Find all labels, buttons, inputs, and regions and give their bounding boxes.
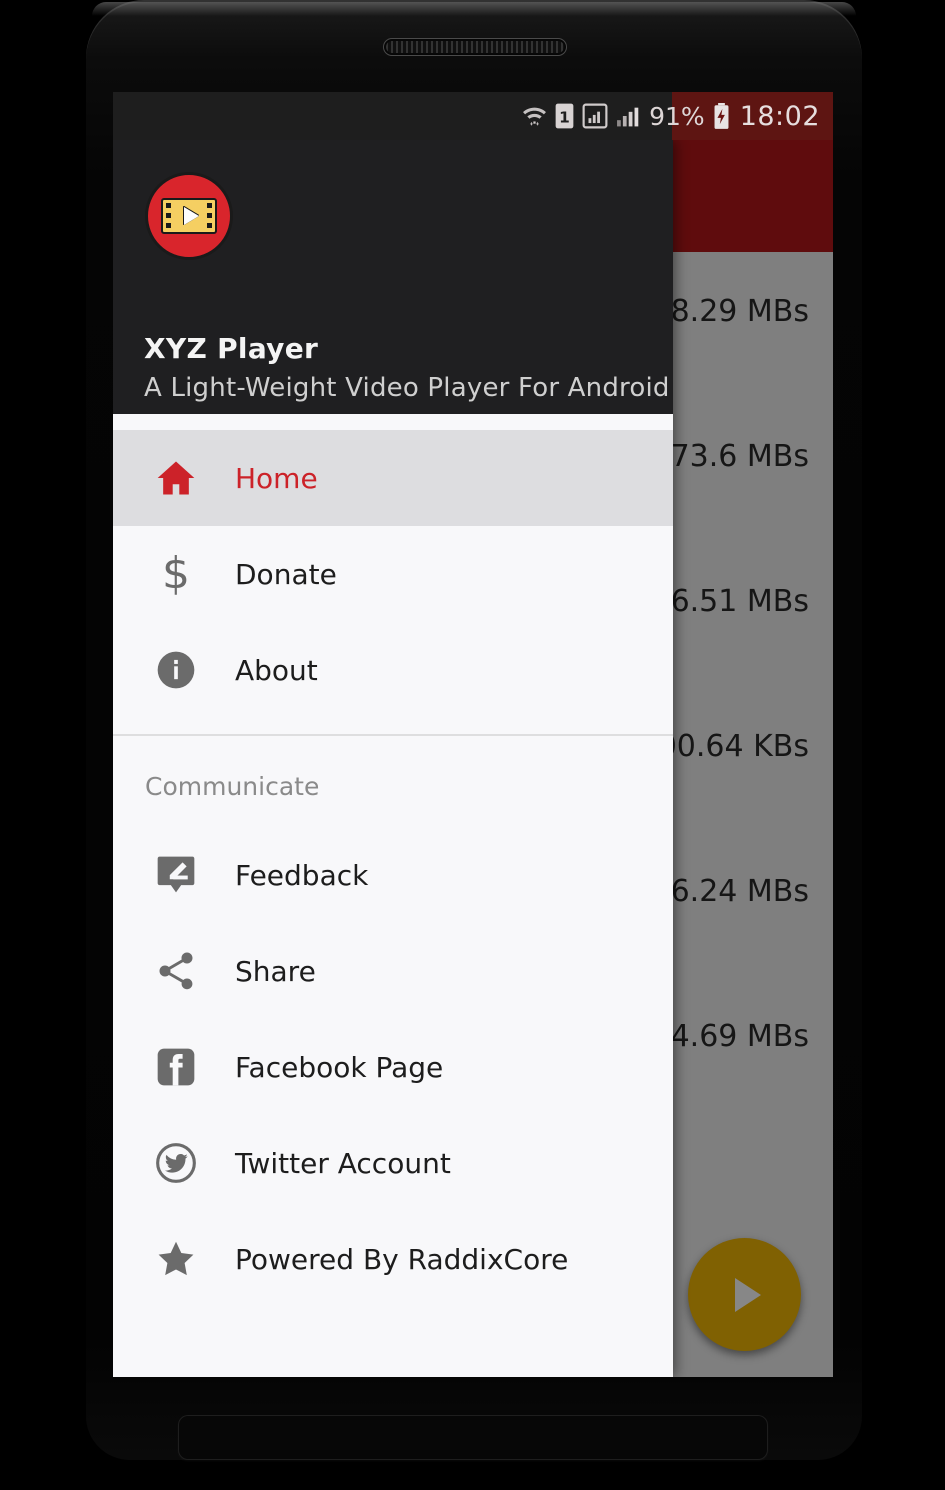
home-button[interactable]: [178, 1415, 768, 1460]
facebook-icon: [145, 1045, 207, 1089]
battery-percent-label: 91%: [649, 101, 705, 131]
drawer-header: XYZ Player A Light-Weight Video Player F…: [113, 140, 673, 414]
info-icon: [145, 648, 207, 692]
sidebar-item-feedback[interactable]: Feedback: [113, 827, 673, 923]
phone-screen: 68.29 MBs 273.6 MBs 6.51 MBs 300.64 KBs …: [113, 92, 833, 1377]
share-icon: [145, 949, 207, 993]
sidebar-item-powered-by[interactable]: Powered By RaddixCore: [113, 1211, 673, 1307]
screenshot-root: 68.29 MBs 273.6 MBs 6.51 MBs 300.64 KBs …: [0, 0, 945, 1490]
signal-boxed-icon: [582, 103, 608, 129]
rate-review-icon: [145, 853, 207, 897]
twitter-icon: [145, 1141, 207, 1185]
earpiece-mesh: [386, 41, 564, 53]
app-logo-icon: [145, 172, 233, 260]
sidebar-item-facebook-page[interactable]: Facebook Page: [113, 1019, 673, 1115]
sidebar-item-twitter-account[interactable]: Twitter Account: [113, 1115, 673, 1211]
home-icon: [145, 456, 207, 500]
sim-card-icon: 1: [555, 103, 574, 129]
sidebar-item-donate[interactable]: $ Donate: [113, 526, 673, 622]
star-icon: [145, 1237, 207, 1281]
app-title: XYZ Player: [144, 332, 319, 365]
navigation-drawer: XYZ Player A Light-Weight Video Player F…: [113, 140, 673, 1377]
sidebar-item-label: About: [235, 653, 318, 687]
play-triangle-shape: [183, 207, 199, 225]
sidebar-item-label: Feedback: [235, 858, 369, 892]
sidebar-item-label: Twitter Account: [235, 1146, 451, 1180]
battery-charging-icon: [714, 102, 729, 129]
status-bar-icons: 1 91% 18:02: [522, 101, 833, 132]
film-strip-shape: [161, 198, 217, 234]
sidebar-item-home[interactable]: Home: [113, 430, 673, 526]
sidebar-item-label: Facebook Page: [235, 1050, 444, 1084]
status-bar: 1 91% 18:02: [113, 92, 833, 140]
signal-bars-icon: [617, 107, 639, 127]
section-header-communicate: Communicate: [113, 736, 673, 827]
clock-label: 18:02: [739, 100, 820, 132]
drawer-top-gap: [113, 414, 673, 430]
sidebar-item-label: Powered By RaddixCore: [235, 1242, 569, 1276]
sidebar-item-label: Share: [235, 954, 316, 988]
sidebar-item-label: Home: [235, 461, 318, 495]
drawer-spacer: [113, 718, 673, 734]
earpiece-speaker: [383, 38, 567, 56]
sidebar-item-about[interactable]: About: [113, 622, 673, 718]
wifi-icon: [523, 107, 547, 126]
sidebar-item-share[interactable]: Share: [113, 923, 673, 1019]
sidebar-item-label: Donate: [235, 557, 337, 591]
dollar-icon: $: [162, 548, 190, 599]
sim-badge-number: 1: [559, 109, 570, 127]
app-subtitle: A Light-Weight Video Player For Android: [144, 373, 670, 403]
